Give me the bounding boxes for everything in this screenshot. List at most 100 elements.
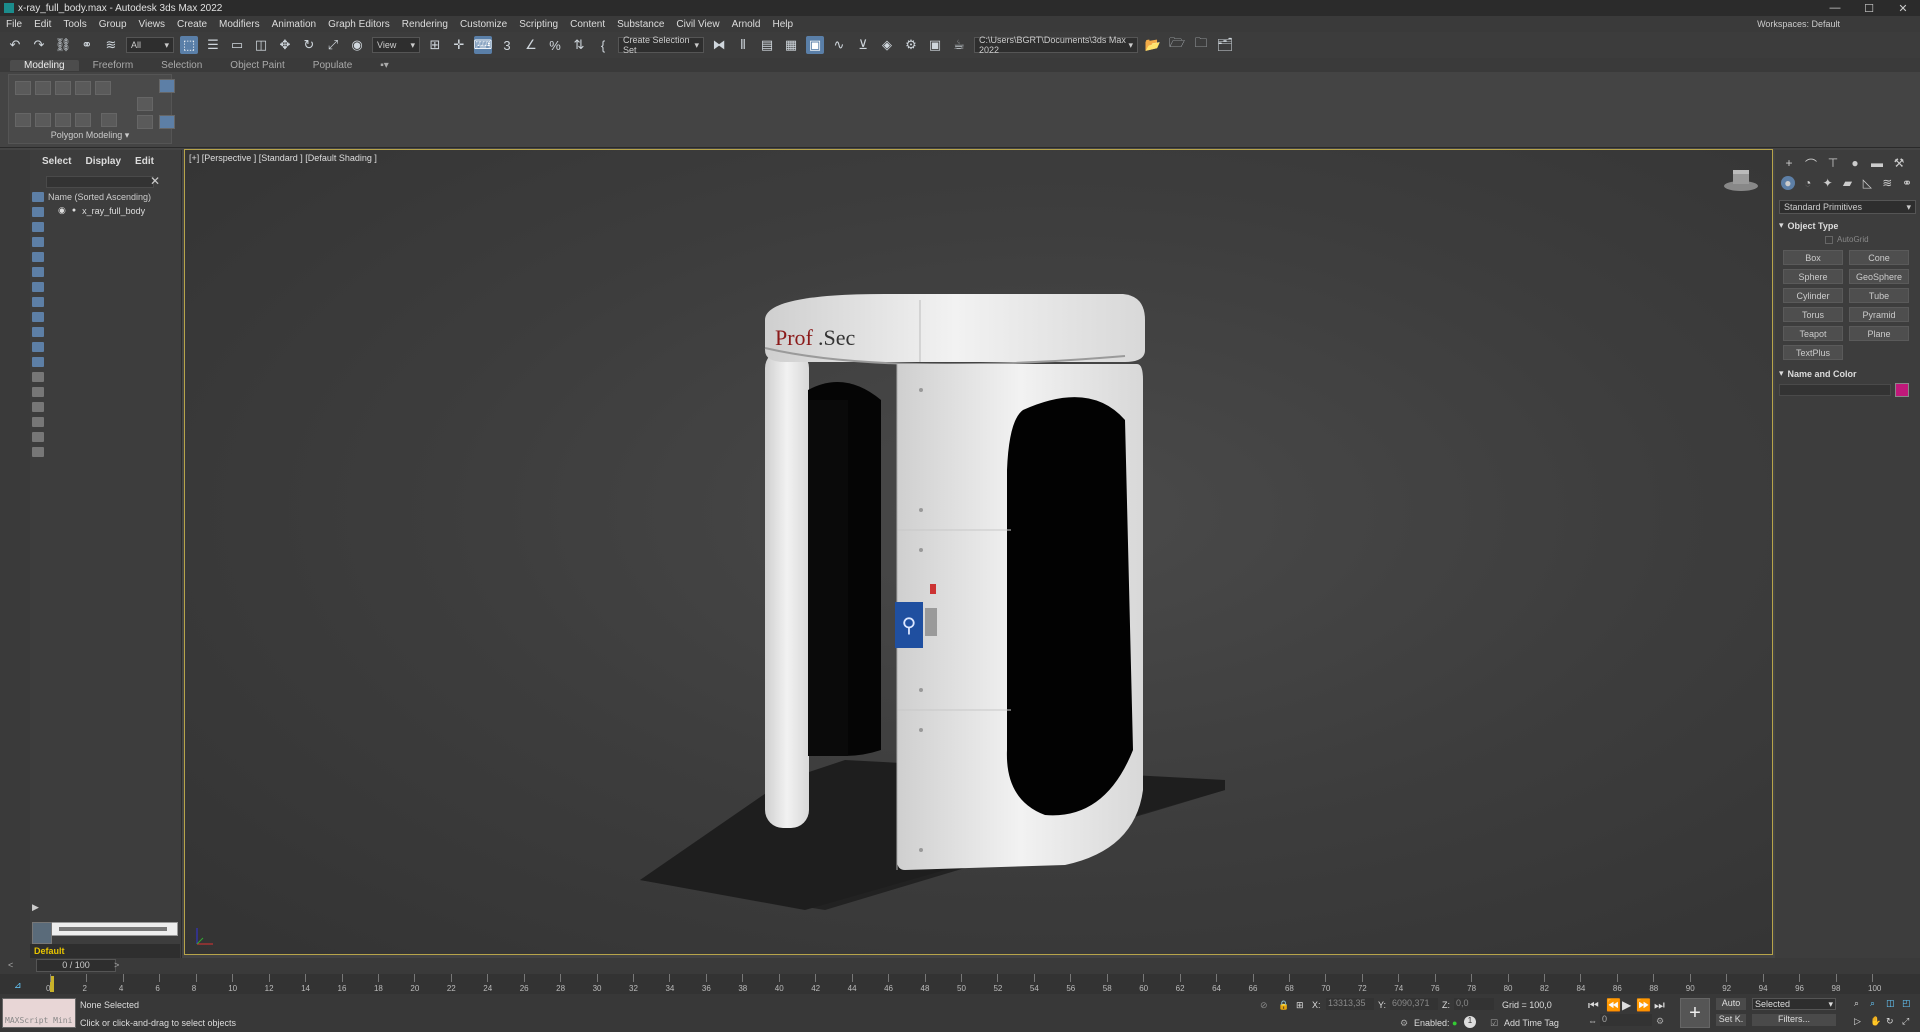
close-icon[interactable]: ✕ [150,174,160,188]
ribbon-tab-freeform[interactable]: Freeform [79,60,148,71]
named-selection-dropdown[interactable]: Create Selection Set ▾ [618,35,704,55]
adaptive-degradation-icon[interactable]: ⚙ [1400,1018,1408,1029]
reference-coordinate-dropdown[interactable]: View ▾ [372,37,420,53]
undo-icon[interactable]: ↶ [6,36,24,54]
cylinder-button[interactable]: Cylinder [1783,288,1843,303]
project-open-icon[interactable]: 📂 [1144,36,1162,54]
display-spacewarps-icon[interactable] [32,267,44,277]
filter-icon[interactable] [32,417,44,427]
next-frame-icon[interactable]: > [114,960,119,970]
display-xrefs-icon[interactable] [32,297,44,307]
cone-button[interactable]: Cone [1849,250,1909,265]
pivot-center-icon[interactable]: ⊞ [426,36,444,54]
go-to-end-icon[interactable]: ⏭ [1654,998,1665,1013]
ignore-backfacing-button[interactable] [137,97,153,111]
rectangular-selection-icon[interactable]: ▭ [228,36,246,54]
geometry-icon[interactable]: ● [1781,176,1795,190]
y-coordinate-field[interactable]: 6090,371 [1390,998,1438,1010]
sphere-button[interactable]: Sphere [1783,269,1843,284]
textplus-button[interactable]: TextPlus [1783,345,1843,360]
box-button[interactable]: Box [1783,250,1843,265]
perspective-viewport[interactable]: [+] [Perspective ] [Standard ] [Default … [184,149,1773,955]
explorer-tab-display[interactable]: Display [85,156,121,167]
go-to-start-icon[interactable]: ⏮ [1588,998,1599,1013]
select-by-name-icon[interactable]: ☰ [204,36,222,54]
orbit-icon[interactable]: ↻ [1886,1016,1894,1027]
display-helpers-icon[interactable] [32,252,44,262]
display-cameras-icon[interactable] [32,237,44,247]
space-warps-icon[interactable]: ≋ [1880,176,1894,190]
torus-button[interactable]: Torus [1783,307,1843,322]
maxscript-listener[interactable]: MAXScript Mini [2,998,76,1028]
explorer-tab-edit[interactable]: Edit [135,156,154,167]
previous-frame-icon[interactable]: < [8,960,13,970]
quickslice-button[interactable] [101,113,117,127]
teapot-button[interactable]: Teapot [1783,326,1843,341]
display-groups-icon[interactable] [32,282,44,292]
pan-icon[interactable]: ✋ [1870,1016,1881,1027]
menu-modifiers[interactable]: Modifiers [213,19,266,30]
display-invert-icon[interactable] [32,402,44,412]
menu-help[interactable]: Help [766,19,799,30]
polygon-modeling-label[interactable]: Polygon Modeling ▾ [9,130,171,141]
project-new-icon[interactable]: 🗀 [1192,35,1210,54]
z-coordinate-field[interactable]: 0,0 [1454,998,1494,1010]
redo-icon[interactable]: ↷ [30,36,48,54]
geosphere-button[interactable]: GeoSphere [1849,269,1909,284]
scene-explorer-toggle-icon[interactable]: ▤ [758,36,776,54]
display-hidden-icon[interactable] [32,357,44,367]
category-dropdown[interactable]: Standard Primitives ▾ [1779,200,1916,214]
object-name-field[interactable] [1779,384,1891,396]
key-mode-dropdown[interactable]: Selected ▾ [1752,998,1836,1010]
x-coordinate-field[interactable]: 13313,35 [1326,998,1374,1010]
select-manipulate-icon[interactable]: ✛ [450,36,468,54]
menu-content[interactable]: Content [564,19,611,30]
rendered-frame-window-icon[interactable]: ▣ [926,36,944,54]
menu-civil-view[interactable]: Civil View [670,19,725,30]
selection-filter-dropdown[interactable]: All ▾ [126,37,174,53]
menu-rendering[interactable]: Rendering [396,19,454,30]
rotate-icon[interactable]: ↻ [300,36,318,54]
place-icon[interactable]: ◉ [348,36,366,54]
menu-animation[interactable]: Animation [266,19,322,30]
display-geometry-icon[interactable] [32,192,44,202]
display-bones-icon[interactable] [32,312,44,322]
select-object-icon[interactable]: ⬚ [180,36,198,54]
autogrid-checkbox[interactable]: AutoGrid [1825,235,1920,244]
tube-button[interactable]: Tube [1849,288,1909,303]
repeat-last-button[interactable] [75,113,91,127]
mirror-icon[interactable]: ⧓ [710,36,728,54]
helpers-icon[interactable]: ◺ [1860,176,1874,190]
time-configuration-icon[interactable]: ⚙ [1656,1016,1664,1027]
maximize-button[interactable]: ☐ [1852,2,1886,15]
lights-icon[interactable]: ✦ [1821,176,1835,190]
modify-panel-button[interactable] [159,115,175,129]
pyramid-button[interactable]: Pyramid [1849,307,1909,322]
percent-snap-icon[interactable]: % [546,36,564,54]
name-and-color-rollout[interactable]: ▾ Name and Color [1779,368,1916,379]
object-type-rollout[interactable]: ▾ Object Type [1779,220,1916,231]
keyboard-shortcut-toggle-icon[interactable]: ⌨ [474,36,492,54]
display-frozen-icon[interactable] [32,342,44,352]
display-tab-icon[interactable]: ▬ [1869,156,1885,170]
ribbon-tab-populate[interactable]: Populate [299,60,366,71]
element-mode-button[interactable] [95,81,111,95]
add-time-tag[interactable]: Add Time Tag [1504,1018,1559,1028]
menu-arnold[interactable]: Arnold [726,19,767,30]
menu-substance[interactable]: Substance [611,19,670,30]
spinner-snap-icon[interactable]: ⇅ [570,36,588,54]
visibility-eye-icon[interactable]: ◉ [58,205,66,216]
menu-tools[interactable]: Tools [57,19,92,30]
absolute-mode-icon[interactable]: ⊞ [1296,1000,1304,1011]
display-all-icon[interactable] [32,372,44,382]
minimize-button[interactable]: — [1818,2,1852,15]
zoom-extents-icon[interactable]: ◫ [1886,998,1895,1009]
angle-snap-icon[interactable]: ∠ [522,36,540,54]
plane-button[interactable]: Plane [1849,326,1909,341]
zoom-icon[interactable]: ⌕ [1854,998,1859,1009]
hierarchy-tab-icon[interactable]: ⊤ [1825,156,1841,170]
material-editor-icon[interactable]: ◈ [878,36,896,54]
next-key-icon[interactable]: ⏩ [1636,998,1651,1012]
time-slider[interactable]: < 0 / 100 > [0,958,1920,974]
layer-sort-icon[interactable] [32,447,44,457]
